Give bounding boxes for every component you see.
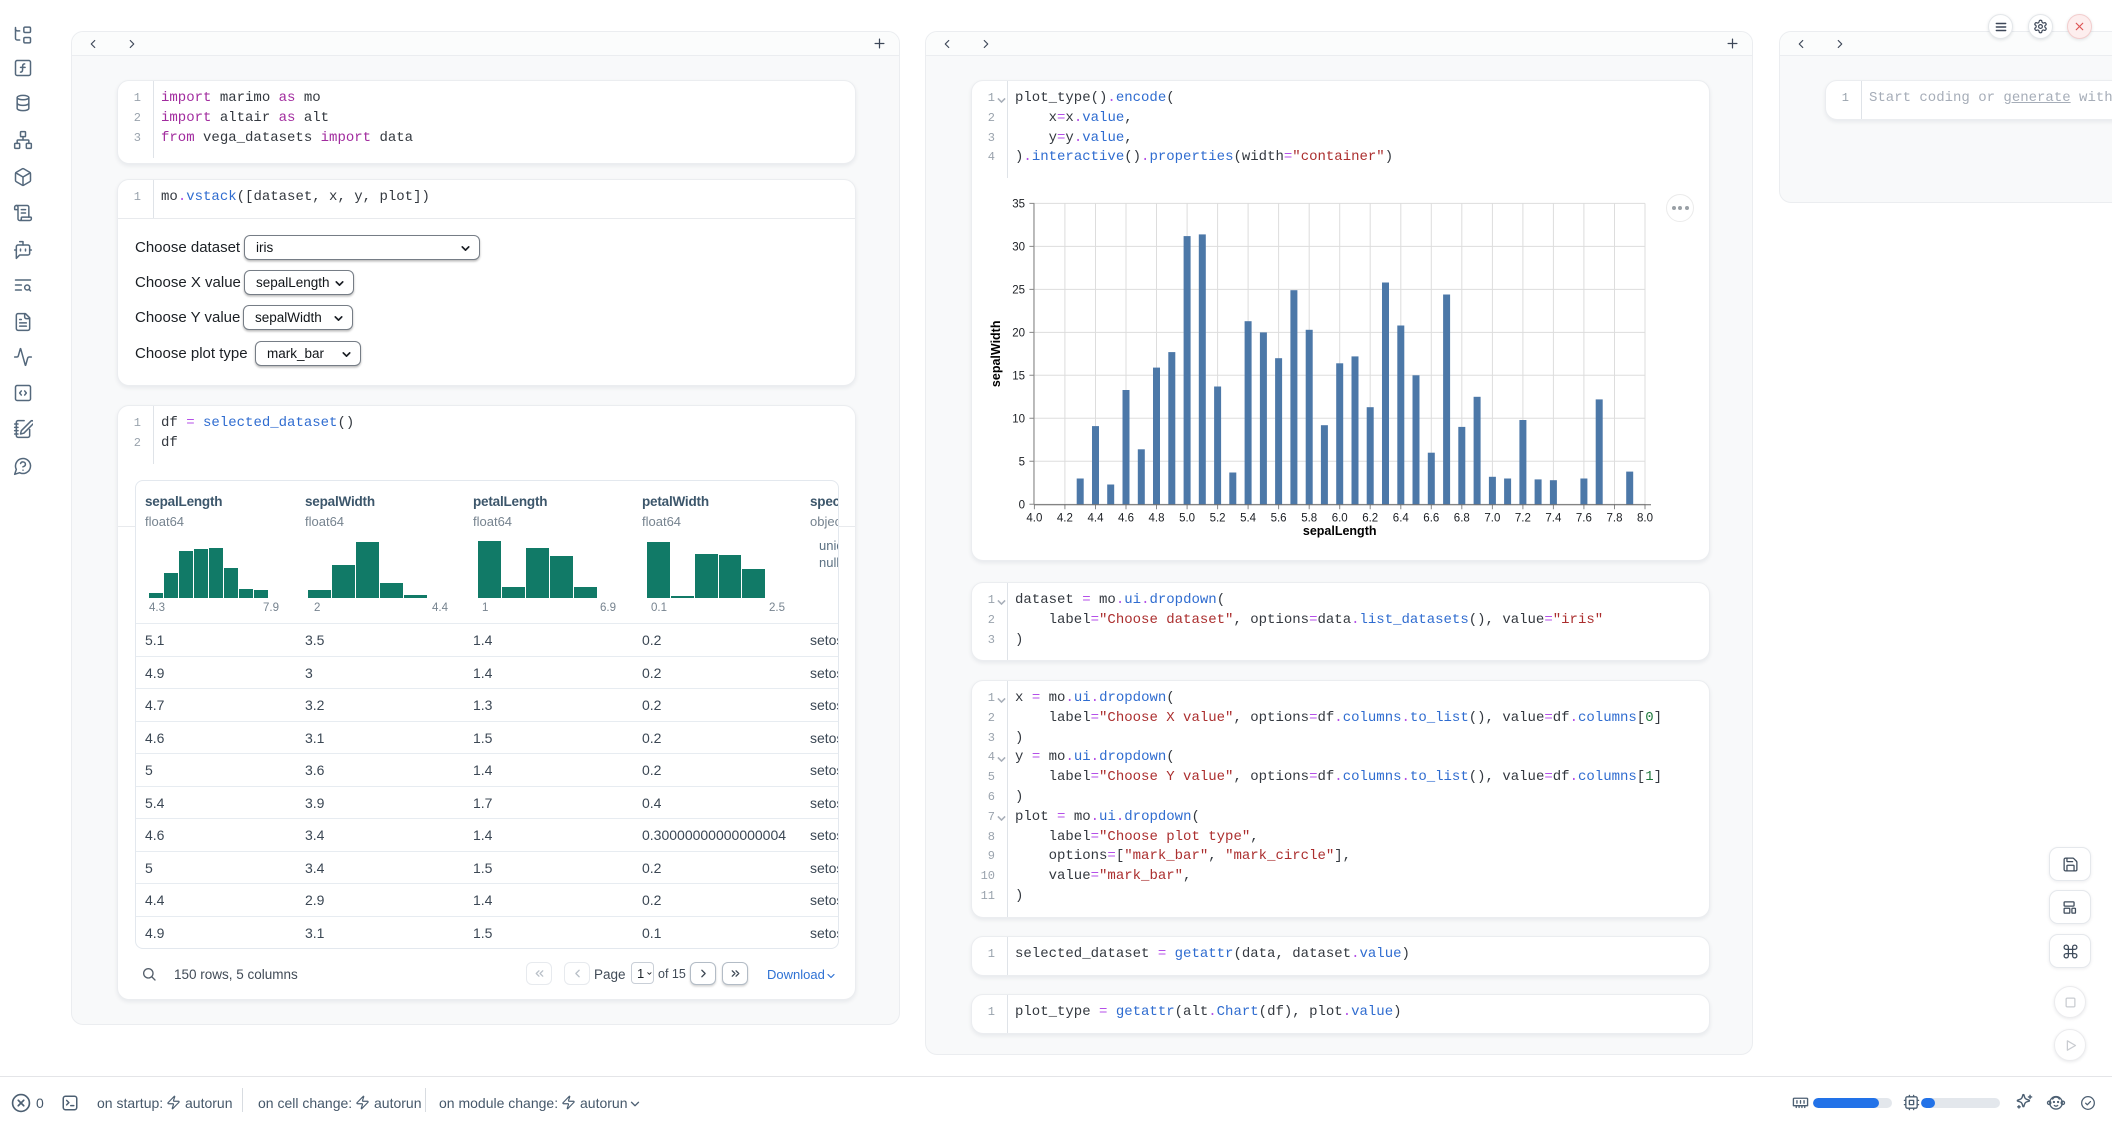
svg-text:sepalLength: sepalLength <box>1303 524 1377 538</box>
svg-text:4.4: 4.4 <box>1088 512 1105 524</box>
svg-text:6.2: 6.2 <box>1362 512 1378 524</box>
svg-text:5.2: 5.2 <box>1210 512 1226 524</box>
svg-text:7.2: 7.2 <box>1515 512 1531 524</box>
svg-text:35: 35 <box>1012 198 1025 210</box>
svg-text:5: 5 <box>1019 456 1025 468</box>
svg-text:20: 20 <box>1012 327 1025 339</box>
svg-text:5.0: 5.0 <box>1179 512 1195 524</box>
svg-text:sepalWidth: sepalWidth <box>989 321 1003 388</box>
svg-text:4.6: 4.6 <box>1118 512 1134 524</box>
svg-text:25: 25 <box>1012 284 1025 296</box>
svg-text:5.4: 5.4 <box>1240 512 1257 524</box>
svg-text:7.8: 7.8 <box>1607 512 1623 524</box>
svg-text:4.2: 4.2 <box>1057 512 1073 524</box>
svg-text:6.0: 6.0 <box>1332 512 1348 524</box>
svg-text:4.8: 4.8 <box>1149 512 1165 524</box>
svg-text:0: 0 <box>1019 499 1025 511</box>
svg-text:6.4: 6.4 <box>1393 512 1410 524</box>
svg-text:6.8: 6.8 <box>1454 512 1470 524</box>
svg-text:10: 10 <box>1012 413 1025 425</box>
svg-text:4.0: 4.0 <box>1026 512 1042 524</box>
svg-text:5.8: 5.8 <box>1301 512 1317 524</box>
svg-text:8.0: 8.0 <box>1637 512 1653 524</box>
svg-text:7.6: 7.6 <box>1576 512 1592 524</box>
svg-text:6.6: 6.6 <box>1423 512 1439 524</box>
svg-text:5.6: 5.6 <box>1271 512 1287 524</box>
svg-text:7.0: 7.0 <box>1484 512 1500 524</box>
svg-text:7.4: 7.4 <box>1545 512 1562 524</box>
svg-text:30: 30 <box>1012 241 1025 253</box>
svg-text:15: 15 <box>1012 370 1025 382</box>
